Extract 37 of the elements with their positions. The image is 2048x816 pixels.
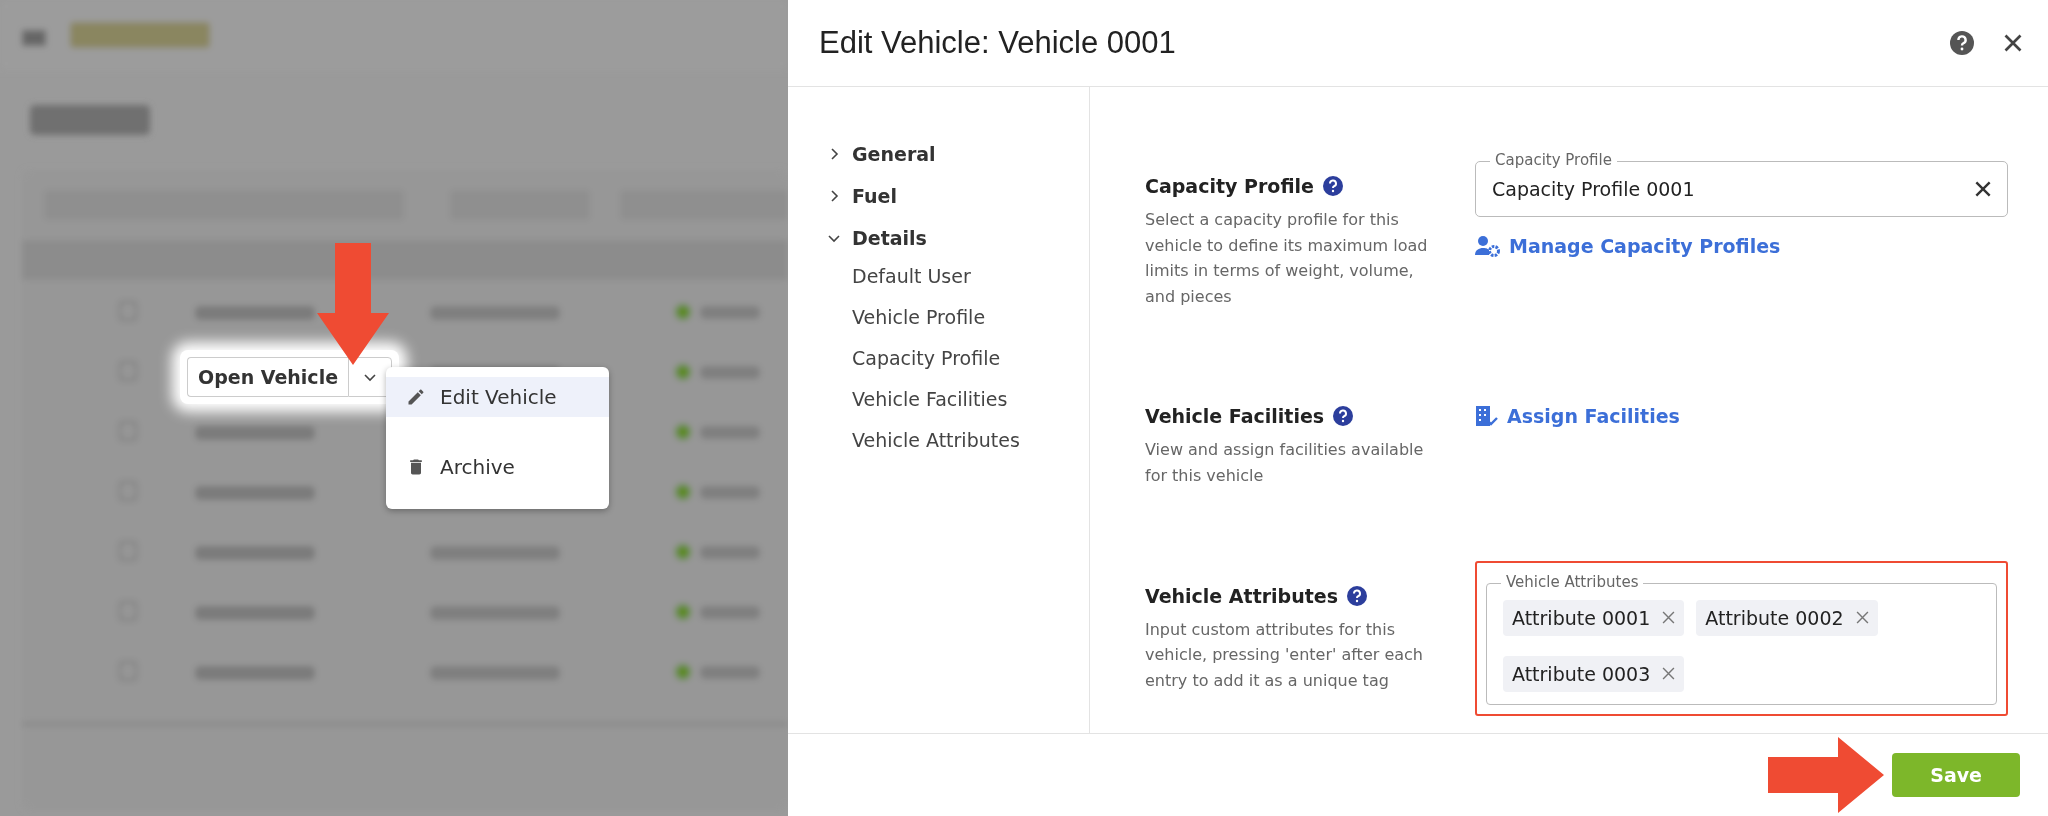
chevron-icon [364,371,377,383]
nav-item[interactable]: Default User [852,265,1089,287]
link[interactable]: Manage Capacity Profiles [1475,235,2008,257]
nav-item[interactable]: Details [828,227,1089,249]
arrow-icon [1768,737,1885,813]
building-check-icon [1475,405,1499,428]
tag-label: Attribute 0003 [1512,662,1651,685]
section-heading: Capacity Profile [1145,175,1314,197]
nav-item[interactable]: Capacity Profile [852,347,1089,369]
help-icon[interactable] [1950,31,1974,55]
nav-item[interactable]: Vehicle Facilities [852,388,1089,410]
menu-item[interactable]: Archive [386,447,609,487]
close-icon[interactable] [1975,181,1991,197]
help-icon[interactable] [1333,406,1354,427]
help-icon[interactable] [1347,585,1368,606]
tag-label: Attribute 0001 [1512,606,1651,629]
section-heading: Vehicle Attributes [1145,584,1339,607]
close-icon[interactable] [2004,34,2022,52]
pencil-icon [406,387,426,407]
user-gear-icon [1475,235,1501,257]
help-icon[interactable] [1322,176,1343,196]
nav-item[interactable]: General [828,143,1089,165]
menu-item[interactable]: Edit Vehicle [386,377,609,417]
section-description: Input custom attributes for this vehicle, pressing 'enter' after each entry to add it as a unique tag [1145,618,1424,692]
nav-item[interactable]: Fuel [828,185,1089,207]
section-description: Select a capacity profile for this vehicle to define its maximum load limits in terms of weight, volume, and pieces [1145,209,1429,308]
field-label: Capacity Profile [1490,151,1617,169]
open-vehicle-button[interactable]: Open Vehicle [187,357,349,397]
nav-item[interactable]: Vehicle Profile [852,306,1089,328]
section-heading: Vehicle Facilities [1145,405,1325,428]
field-value: Capacity Profile 0001 [1492,178,1695,200]
tag-label: Attribute 0002 [1705,606,1844,629]
nav-item[interactable]: Vehicle Attributes [852,429,1089,451]
arrow-icon [315,243,391,367]
link[interactable]: Assign Facilities [1475,405,2008,428]
section-description: View and assign facilities available for this vehicle [1145,439,1425,487]
dialog-title: Edit Vehicle: Vehicle 0001 [819,25,1177,61]
